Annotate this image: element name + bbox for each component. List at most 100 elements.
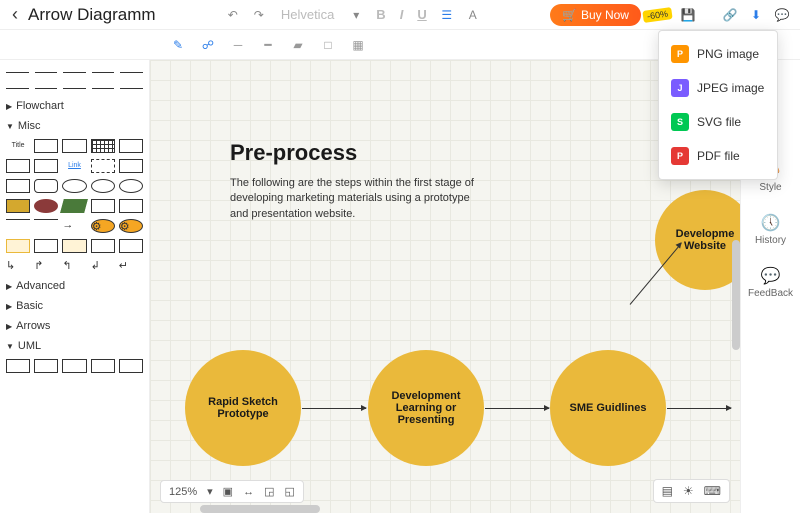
keyboard-icon[interactable]: ⌨ bbox=[704, 484, 721, 498]
svg-icon: S bbox=[671, 113, 689, 131]
export-jpeg[interactable]: J JPEG image bbox=[659, 71, 777, 105]
shape-gear[interactable]: ⚙ bbox=[91, 219, 115, 233]
export-svg[interactable]: S SVG file bbox=[659, 105, 777, 139]
view-toolbar: ▤ ☀ ⌨ bbox=[653, 479, 730, 503]
bold-button[interactable]: B bbox=[372, 7, 389, 22]
shape-rect[interactable] bbox=[6, 159, 30, 173]
shape-arrow[interactable]: → bbox=[62, 219, 86, 233]
shape-gear[interactable]: ⚙ bbox=[119, 219, 143, 233]
font-select[interactable]: Helvetica bbox=[275, 7, 340, 22]
font-size-icon[interactable]: ▾ bbox=[346, 5, 366, 25]
shape-uml[interactable] bbox=[34, 359, 58, 373]
document-title[interactable]: Arrow Diagramm bbox=[28, 5, 156, 25]
shape-ellipse[interactable] bbox=[91, 179, 115, 193]
zoom-level[interactable]: 125% bbox=[169, 486, 197, 498]
shape-uml[interactable] bbox=[91, 359, 115, 373]
arrow-connector[interactable] bbox=[485, 408, 549, 409]
shape-sel[interactable] bbox=[6, 239, 30, 253]
shape-rect[interactable] bbox=[62, 239, 86, 253]
undo-icon[interactable]: ↶ bbox=[223, 5, 243, 25]
back-button[interactable]: ‹ bbox=[8, 4, 22, 25]
shape-ellipse[interactable] bbox=[119, 179, 143, 193]
history-tab[interactable]: 🕔 History bbox=[755, 213, 786, 246]
underline-button[interactable]: U bbox=[413, 7, 430, 22]
fit-page-icon[interactable]: ◲ bbox=[264, 485, 274, 498]
arrow-shapes-row[interactable] bbox=[6, 67, 143, 77]
shape-rect[interactable] bbox=[119, 239, 143, 253]
node-development[interactable]: Development Learning or Presenting bbox=[368, 350, 484, 466]
shape-rect[interactable] bbox=[62, 139, 86, 153]
shape-cube[interactable] bbox=[91, 199, 115, 213]
save-icon[interactable]: 💾 bbox=[678, 5, 698, 25]
fill-icon[interactable]: ▰ bbox=[288, 35, 308, 55]
shape-cube[interactable] bbox=[119, 199, 143, 213]
shape-conn[interactable]: ↳ bbox=[6, 259, 30, 273]
shape-rect[interactable] bbox=[34, 239, 58, 253]
shape-conn[interactable]: ↱ bbox=[34, 259, 58, 273]
table-icon[interactable]: ▦ bbox=[348, 35, 368, 55]
shape-rect[interactable] bbox=[91, 239, 115, 253]
theme-icon[interactable]: ☀ bbox=[683, 484, 694, 498]
node-rapid-sketch[interactable]: Rapid Sketch Prototype bbox=[185, 350, 301, 466]
stroke-icon[interactable]: □ bbox=[318, 35, 338, 55]
redo-icon[interactable]: ↷ bbox=[249, 5, 269, 25]
align-icon[interactable]: ☰ bbox=[437, 5, 457, 25]
buy-now-button[interactable]: 🛒 Buy Now bbox=[550, 4, 641, 26]
chevron-down-icon[interactable]: ▾ bbox=[207, 485, 213, 498]
shape-uml[interactable] bbox=[6, 359, 30, 373]
arrow-connector[interactable] bbox=[302, 408, 366, 409]
shape-ellipse[interactable] bbox=[62, 179, 86, 193]
shape-title[interactable]: Title bbox=[6, 139, 30, 153]
category-basic[interactable]: ▶Basic bbox=[6, 296, 143, 316]
fit-icon[interactable]: ▣ bbox=[223, 485, 233, 498]
arrow-connector[interactable] bbox=[667, 408, 731, 409]
shape-rect[interactable] bbox=[119, 139, 143, 153]
italic-button[interactable]: I bbox=[396, 7, 408, 22]
node-website[interactable]: Developme Website bbox=[655, 190, 740, 290]
shape-uml[interactable] bbox=[62, 359, 86, 373]
shape-link[interactable]: Link bbox=[62, 159, 86, 173]
shape-rect[interactable] bbox=[91, 159, 115, 173]
fullscreen-icon[interactable]: ◱ bbox=[284, 485, 294, 498]
share-icon[interactable]: 🔗 bbox=[720, 5, 740, 25]
line-style2-icon[interactable]: ━ bbox=[258, 35, 278, 55]
category-misc[interactable]: ▼Misc bbox=[6, 116, 143, 136]
shape-fill[interactable] bbox=[34, 199, 58, 213]
arrow-shapes-row[interactable] bbox=[6, 83, 143, 93]
export-pdf[interactable]: P PDF file bbox=[659, 139, 777, 173]
shape-rect[interactable] bbox=[119, 159, 143, 173]
shape-conn[interactable]: ↵ bbox=[119, 259, 143, 273]
horizontal-scrollbar[interactable] bbox=[200, 505, 320, 513]
node-sme[interactable]: SME Guidlines bbox=[550, 350, 666, 466]
vertical-scrollbar[interactable] bbox=[732, 240, 740, 350]
chat-icon[interactable]: 💬 bbox=[772, 5, 792, 25]
shape-rect[interactable] bbox=[34, 139, 58, 153]
shape-rect[interactable] bbox=[6, 179, 30, 193]
shape-conn[interactable]: ↲ bbox=[91, 259, 115, 273]
layers-icon[interactable]: ▤ bbox=[662, 484, 673, 498]
shape-rect[interactable] bbox=[34, 159, 58, 173]
category-advanced[interactable]: ▶Advanced bbox=[6, 276, 143, 296]
download-icon[interactable]: ⬇ bbox=[746, 5, 766, 25]
text-color-icon[interactable]: A bbox=[463, 5, 483, 25]
shape-fill[interactable] bbox=[61, 199, 89, 213]
export-png[interactable]: P PNG image bbox=[659, 37, 777, 71]
shape-fill[interactable] bbox=[6, 199, 30, 213]
feedback-tab[interactable]: 💬 FeedBack bbox=[748, 266, 793, 299]
canvas[interactable]: Pre-process The following are the steps … bbox=[150, 60, 740, 513]
connector-icon[interactable]: ☍ bbox=[198, 35, 218, 55]
shape-uml[interactable] bbox=[119, 359, 143, 373]
shape-conn[interactable]: ↰ bbox=[62, 259, 86, 273]
line-style-icon[interactable]: ─ bbox=[228, 35, 248, 55]
category-uml[interactable]: ▼UML bbox=[6, 336, 143, 356]
category-flowchart[interactable]: ▶Flowchart bbox=[6, 96, 143, 116]
shape-round[interactable] bbox=[34, 179, 58, 193]
fit-width-icon[interactable]: ↔ bbox=[243, 486, 254, 498]
shape-grid[interactable] bbox=[91, 139, 115, 153]
process-header[interactable]: Pre-process The following are the steps … bbox=[230, 140, 490, 222]
category-arrows[interactable]: ▶Arrows bbox=[6, 316, 143, 336]
shape-zig[interactable] bbox=[6, 219, 30, 233]
pen-icon[interactable]: ✎ bbox=[168, 35, 188, 55]
shapes-panel: ▶Flowchart ▼Misc Title Link bbox=[0, 60, 150, 513]
shape-zig[interactable] bbox=[34, 219, 58, 233]
